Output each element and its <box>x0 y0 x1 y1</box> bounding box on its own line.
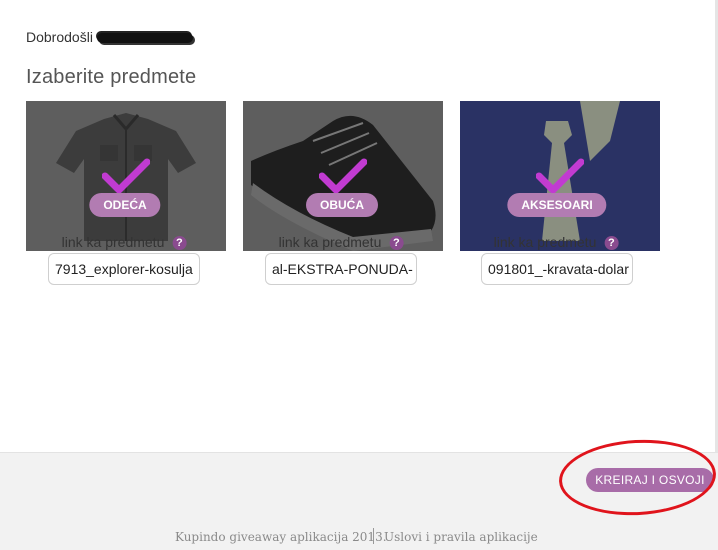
link-input-accessories[interactable]: 091801_-kravata-dolar <box>481 253 633 285</box>
help-icon[interactable]: ? <box>604 236 619 250</box>
category-button-clothing[interactable]: ODEĆA <box>89 193 161 217</box>
main-panel: Dobrodošli Izaberite predmete ODEĆA link… <box>0 0 718 452</box>
welcome-label: Dobrodošli <box>26 29 93 45</box>
footer-copyright: Kupindo giveaway aplikacija 2013. <box>175 530 387 544</box>
item-photo-shoe[interactable] <box>243 101 443 251</box>
item-photo-tie[interactable] <box>460 101 660 251</box>
link-label-text: link ka predmetu <box>278 234 382 250</box>
link-label-clothing: link ka predmetu? <box>62 234 187 250</box>
link-label-text: link ka predmetu <box>61 234 165 250</box>
footer-divider <box>373 528 374 544</box>
item-card-footwear[interactable] <box>243 101 443 251</box>
link-label-accessories: link ka predmetu? <box>494 234 619 250</box>
footer-terms-link[interactable]: Uslovi i pravila aplikacije <box>384 530 538 544</box>
link-label-footwear: link ka predmetu? <box>279 234 404 250</box>
help-icon[interactable]: ? <box>389 236 404 250</box>
item-photo-shirt[interactable] <box>26 101 226 251</box>
link-input-footwear[interactable]: al-EKSTRA-PONUDA- <box>265 253 417 285</box>
item-card-accessories[interactable] <box>460 101 660 251</box>
redacted-username <box>96 33 193 44</box>
link-input-clothing[interactable]: 7913_explorer-kosulja <box>48 253 200 285</box>
item-card-clothing[interactable] <box>26 101 226 251</box>
welcome-text: Dobrodošli <box>26 29 193 45</box>
page-title: Izaberite predmete <box>26 66 197 88</box>
help-icon[interactable]: ? <box>172 236 187 250</box>
check-icon <box>102 158 150 194</box>
category-button-accessories[interactable]: AKSESOARI <box>507 193 607 217</box>
link-label-text: link ka predmetu <box>493 234 597 250</box>
check-icon <box>319 158 367 194</box>
check-icon <box>536 158 584 194</box>
category-button-footwear[interactable]: OBUĆA <box>306 193 378 217</box>
